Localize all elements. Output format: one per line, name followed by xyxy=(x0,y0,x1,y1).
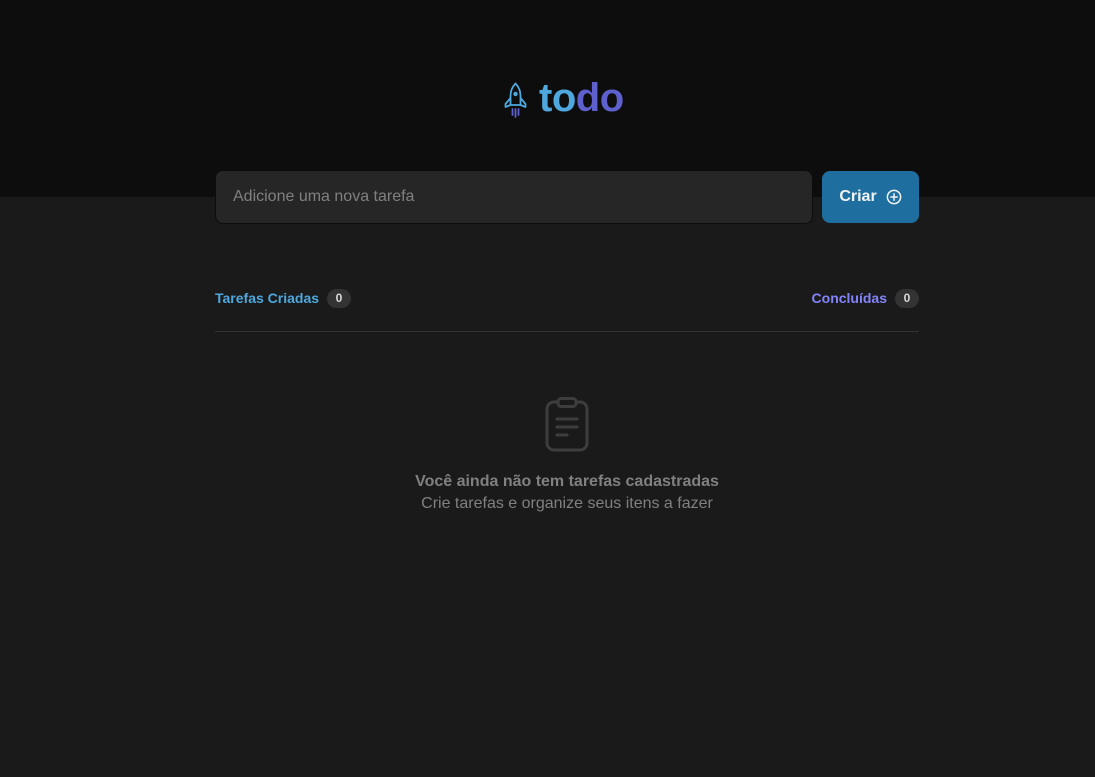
task-list-divider xyxy=(215,331,919,332)
rocket-icon xyxy=(504,82,527,118)
created-tasks-label: Tarefas Criadas xyxy=(215,290,320,306)
created-tasks-counter: Tarefas Criadas 0 xyxy=(215,288,352,308)
created-tasks-count: 0 xyxy=(327,288,352,308)
empty-state-subtitle: Crie tarefas e organize seus itens a faz… xyxy=(421,495,713,512)
task-counters: Tarefas Criadas 0 Concluídas 0 xyxy=(215,287,919,309)
empty-state-title: Você ainda não tem tarefas cadastradas xyxy=(415,473,719,490)
done-tasks-label: Concluídas xyxy=(811,290,887,306)
done-tasks-counter: Concluídas 0 xyxy=(811,288,919,308)
header: todo xyxy=(0,0,1095,197)
empty-state: Você ainda não tem tarefas cadastradas C… xyxy=(215,397,919,515)
create-task-button-label: Criar xyxy=(839,188,877,205)
clipboard-icon xyxy=(545,397,589,452)
logo-text-do: do xyxy=(575,76,624,120)
logo: todo xyxy=(503,76,624,120)
logo-text-to: to xyxy=(539,76,576,120)
new-task-form: Criar xyxy=(215,170,919,224)
plus-circle-icon xyxy=(886,189,902,205)
create-task-button[interactable]: Criar xyxy=(822,171,919,223)
new-task-input[interactable] xyxy=(215,170,813,224)
done-tasks-count: 0 xyxy=(895,288,919,308)
logo-text: todo xyxy=(539,76,624,120)
